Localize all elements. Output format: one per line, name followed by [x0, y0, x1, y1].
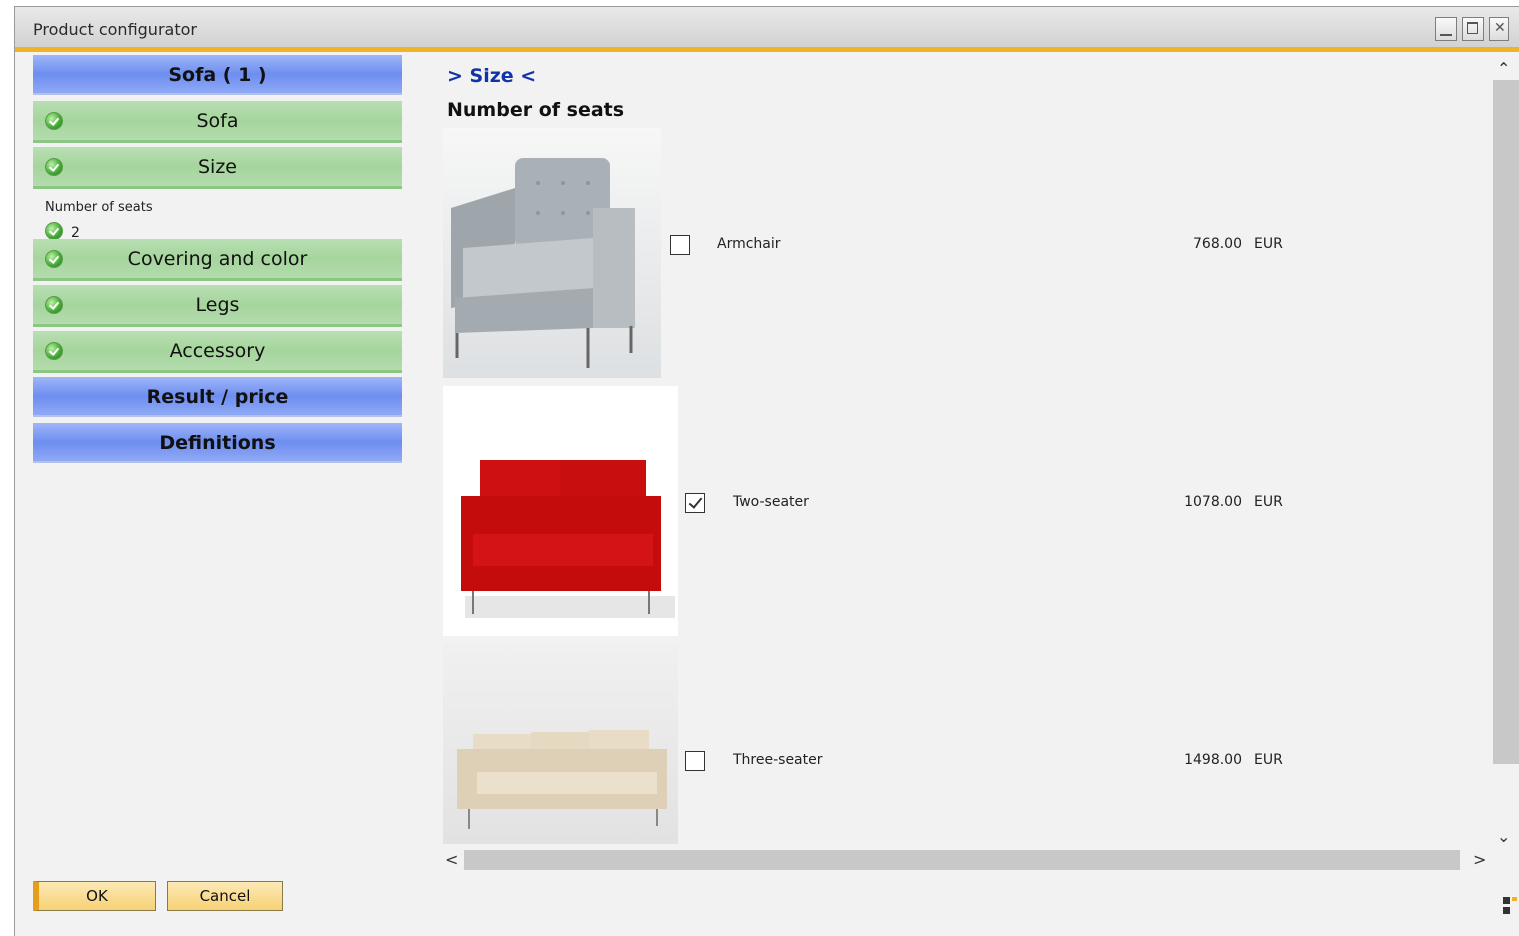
step-accessory[interactable]: Accessory [33, 331, 402, 373]
scroll-right-icon[interactable]: > [1473, 850, 1486, 869]
nav-result-price[interactable]: Result / price [33, 377, 402, 417]
step-legs[interactable]: Legs [33, 285, 402, 327]
step-size[interactable]: Size [33, 147, 402, 189]
scroll-down-icon[interactable]: ⌄ [1497, 827, 1510, 846]
minimize-icon[interactable] [1435, 17, 1457, 41]
step-covering-and-color[interactable]: Covering and color [33, 239, 402, 281]
check-icon [45, 222, 63, 240]
horizontal-scroll-thumb[interactable] [464, 850, 1460, 870]
check-icon [45, 250, 63, 268]
step-label: Sofa [196, 110, 239, 132]
step-label: Size [197, 156, 237, 178]
option-currency: EUR [1254, 752, 1283, 768]
product-configurator-window: Product configurator Sofa ( 1 ) Sofa Siz… [14, 6, 1519, 936]
close-icon[interactable] [1489, 17, 1509, 41]
ok-button[interactable]: OK [33, 881, 156, 911]
sub-label-number-of-seats: Number of seats [45, 200, 153, 215]
check-icon [45, 296, 63, 314]
two-seater-checkbox[interactable] [685, 493, 705, 513]
section-heading: Number of seats [447, 99, 625, 121]
check-icon [45, 158, 63, 176]
cancel-button[interactable]: Cancel [167, 881, 283, 911]
option-label: Armchair [717, 236, 781, 252]
step-label: Legs [195, 294, 240, 316]
option-currency: EUR [1254, 494, 1283, 510]
nav-definitions[interactable]: Definitions [33, 423, 402, 463]
resize-grip-icon[interactable] [1503, 895, 1517, 915]
three-seater-image [443, 644, 678, 844]
step-sofa[interactable]: Sofa [33, 101, 402, 143]
scroll-up-icon[interactable]: ⌃ [1497, 59, 1510, 78]
two-seater-image [443, 386, 678, 636]
option-currency: EUR [1254, 236, 1283, 252]
check-icon [45, 112, 63, 130]
title-bar[interactable]: Product configurator [15, 7, 1519, 52]
step-label: Accessory [169, 340, 266, 362]
armchair-checkbox[interactable] [670, 235, 690, 255]
option-price: 1498.00 [1184, 752, 1242, 768]
sub-value: 2 [45, 219, 80, 241]
scroll-left-icon[interactable]: < [445, 850, 458, 869]
maximize-icon[interactable] [1462, 17, 1484, 41]
option-label: Three-seater [733, 752, 823, 768]
window-title: Product configurator [33, 20, 197, 39]
section-link-size[interactable]: > Size < [447, 65, 536, 87]
nav-header-sofa[interactable]: Sofa ( 1 ) [33, 55, 402, 95]
check-icon [45, 342, 63, 360]
vertical-scroll-thumb[interactable] [1493, 80, 1519, 764]
armchair-image [443, 128, 661, 378]
option-price: 768.00 [1193, 236, 1242, 252]
three-seater-checkbox[interactable] [685, 751, 705, 771]
option-price: 1078.00 [1184, 494, 1242, 510]
step-label: Covering and color [127, 248, 308, 270]
option-label: Two-seater [733, 494, 809, 510]
